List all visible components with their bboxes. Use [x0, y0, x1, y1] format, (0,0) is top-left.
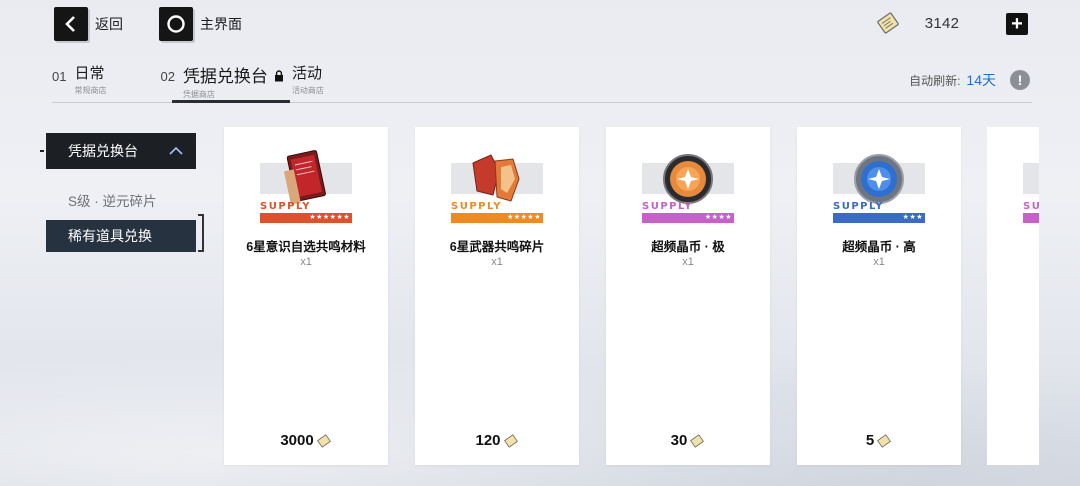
supply-label: SUPPLY	[833, 201, 885, 212]
ticket-icon	[877, 433, 892, 448]
shop-item-card[interactable]: SUPPLY ★★★ 超频晶币 · 高 x1 5	[797, 127, 961, 465]
item-quantity: x1	[873, 256, 885, 268]
item-name: 超频晶币 · 高	[842, 240, 916, 254]
auto-refresh: 自动刷新: 14天 !	[909, 70, 1030, 90]
back-label: 返回	[95, 16, 123, 32]
item-name: 6星武器共鸣碎片	[449, 240, 545, 254]
rarity-stars: ★★★★★	[507, 214, 541, 221]
plus-icon: +	[1011, 13, 1023, 35]
chevron-up-icon	[169, 146, 183, 155]
price-value: 3000	[280, 432, 314, 449]
refresh-label: 自动刷新:	[909, 73, 961, 88]
tab-sublabel: 常规商店	[74, 86, 107, 95]
rarity-stars: ★★★★	[704, 214, 732, 221]
refresh-value: 14天	[966, 72, 996, 88]
ticket-icon	[503, 433, 518, 448]
tab-sublabel: 活动商店	[291, 86, 324, 95]
tab-label: 活动	[291, 65, 322, 82]
supply-label: SUPP	[1023, 201, 1039, 212]
shop-item-card[interactable]: SUPPLY ★★★★★★ 6星意识自选共鸣材料 x1 3000	[224, 127, 388, 465]
item-name: 6星意识自选共鸣材料	[246, 240, 366, 254]
home-label: 主界面	[200, 16, 242, 32]
tab-daily[interactable]: 01 日常 常规商店	[52, 62, 106, 96]
sidebar-group-label: 凭据兑换台	[68, 143, 138, 159]
selection-bracket	[198, 214, 204, 252]
currency-value: 3142	[924, 14, 960, 32]
chevron-left-icon	[54, 7, 88, 41]
item-price: 30	[606, 432, 770, 449]
item-quantity: x1	[491, 256, 503, 268]
supply-label: SUPPLY	[260, 201, 312, 212]
item-price: 120	[415, 432, 579, 449]
shop-tabs: 01 日常 常规商店 02 凭据兑换台 凭据商店 活动 活动商店	[52, 62, 352, 100]
tab-label: 日常	[74, 65, 105, 82]
ticket-icon	[690, 433, 705, 448]
item-price: 5	[797, 432, 961, 449]
shop-item-card[interactable]: SUPPLY ★★★★ 超频晶币 · 极 x1 30	[606, 127, 770, 465]
currency-display: 3142	[874, 9, 972, 37]
item-price: 3000	[224, 432, 388, 449]
tab-event[interactable]: 活动 活动商店	[274, 62, 324, 96]
rarity-stars: ★★★	[902, 214, 923, 221]
item-quantity: x1	[300, 256, 312, 268]
sidebar-item-s-fragment[interactable]: S级 · 逆元碎片	[68, 190, 157, 210]
supply-label: SUPPLY	[451, 201, 503, 212]
ticket-icon	[877, 12, 899, 34]
rarity-bar	[1023, 213, 1039, 223]
price-value: 30	[670, 432, 688, 449]
sidebar-group-voucher[interactable]: 凭据兑换台	[40, 133, 196, 169]
tab-number: 01	[52, 69, 67, 84]
shop-item-card-partial[interactable]: SUPP	[987, 127, 1039, 465]
item-image-backdrop	[1023, 163, 1039, 194]
back-button[interactable]: 返回	[54, 7, 123, 41]
ticket-icon	[316, 433, 331, 448]
add-currency-button[interactable]: +	[1006, 13, 1028, 35]
item-name: 超频晶币 · 极	[651, 240, 725, 254]
tab-label: 凭据兑换台	[182, 67, 268, 86]
sidebar-item-label: 稀有道具兑换	[68, 228, 152, 244]
home-button[interactable]: 主界面	[159, 7, 242, 41]
home-circle-icon	[159, 7, 193, 41]
sidebar-item-rare-items[interactable]: 稀有道具兑换	[46, 220, 196, 252]
rarity-stars: ★★★★★★	[309, 214, 350, 221]
price-value: 120	[475, 432, 501, 449]
shop-item-card[interactable]: SUPPLY ★★★★★ 6星武器共鸣碎片 x1 120	[415, 127, 579, 465]
tab-sublabel: 凭据商店	[182, 90, 215, 99]
tab-number: 02	[160, 69, 175, 84]
lock-icon	[274, 70, 283, 82]
tab-voucher-exchange[interactable]: 02 凭据兑换台 凭据商店	[160, 62, 267, 100]
supply-label: SUPPLY	[642, 201, 694, 212]
item-quantity: x1	[682, 256, 694, 268]
info-icon[interactable]: !	[1010, 70, 1030, 90]
active-tab-indicator	[172, 100, 290, 103]
price-value: 5	[865, 432, 875, 449]
